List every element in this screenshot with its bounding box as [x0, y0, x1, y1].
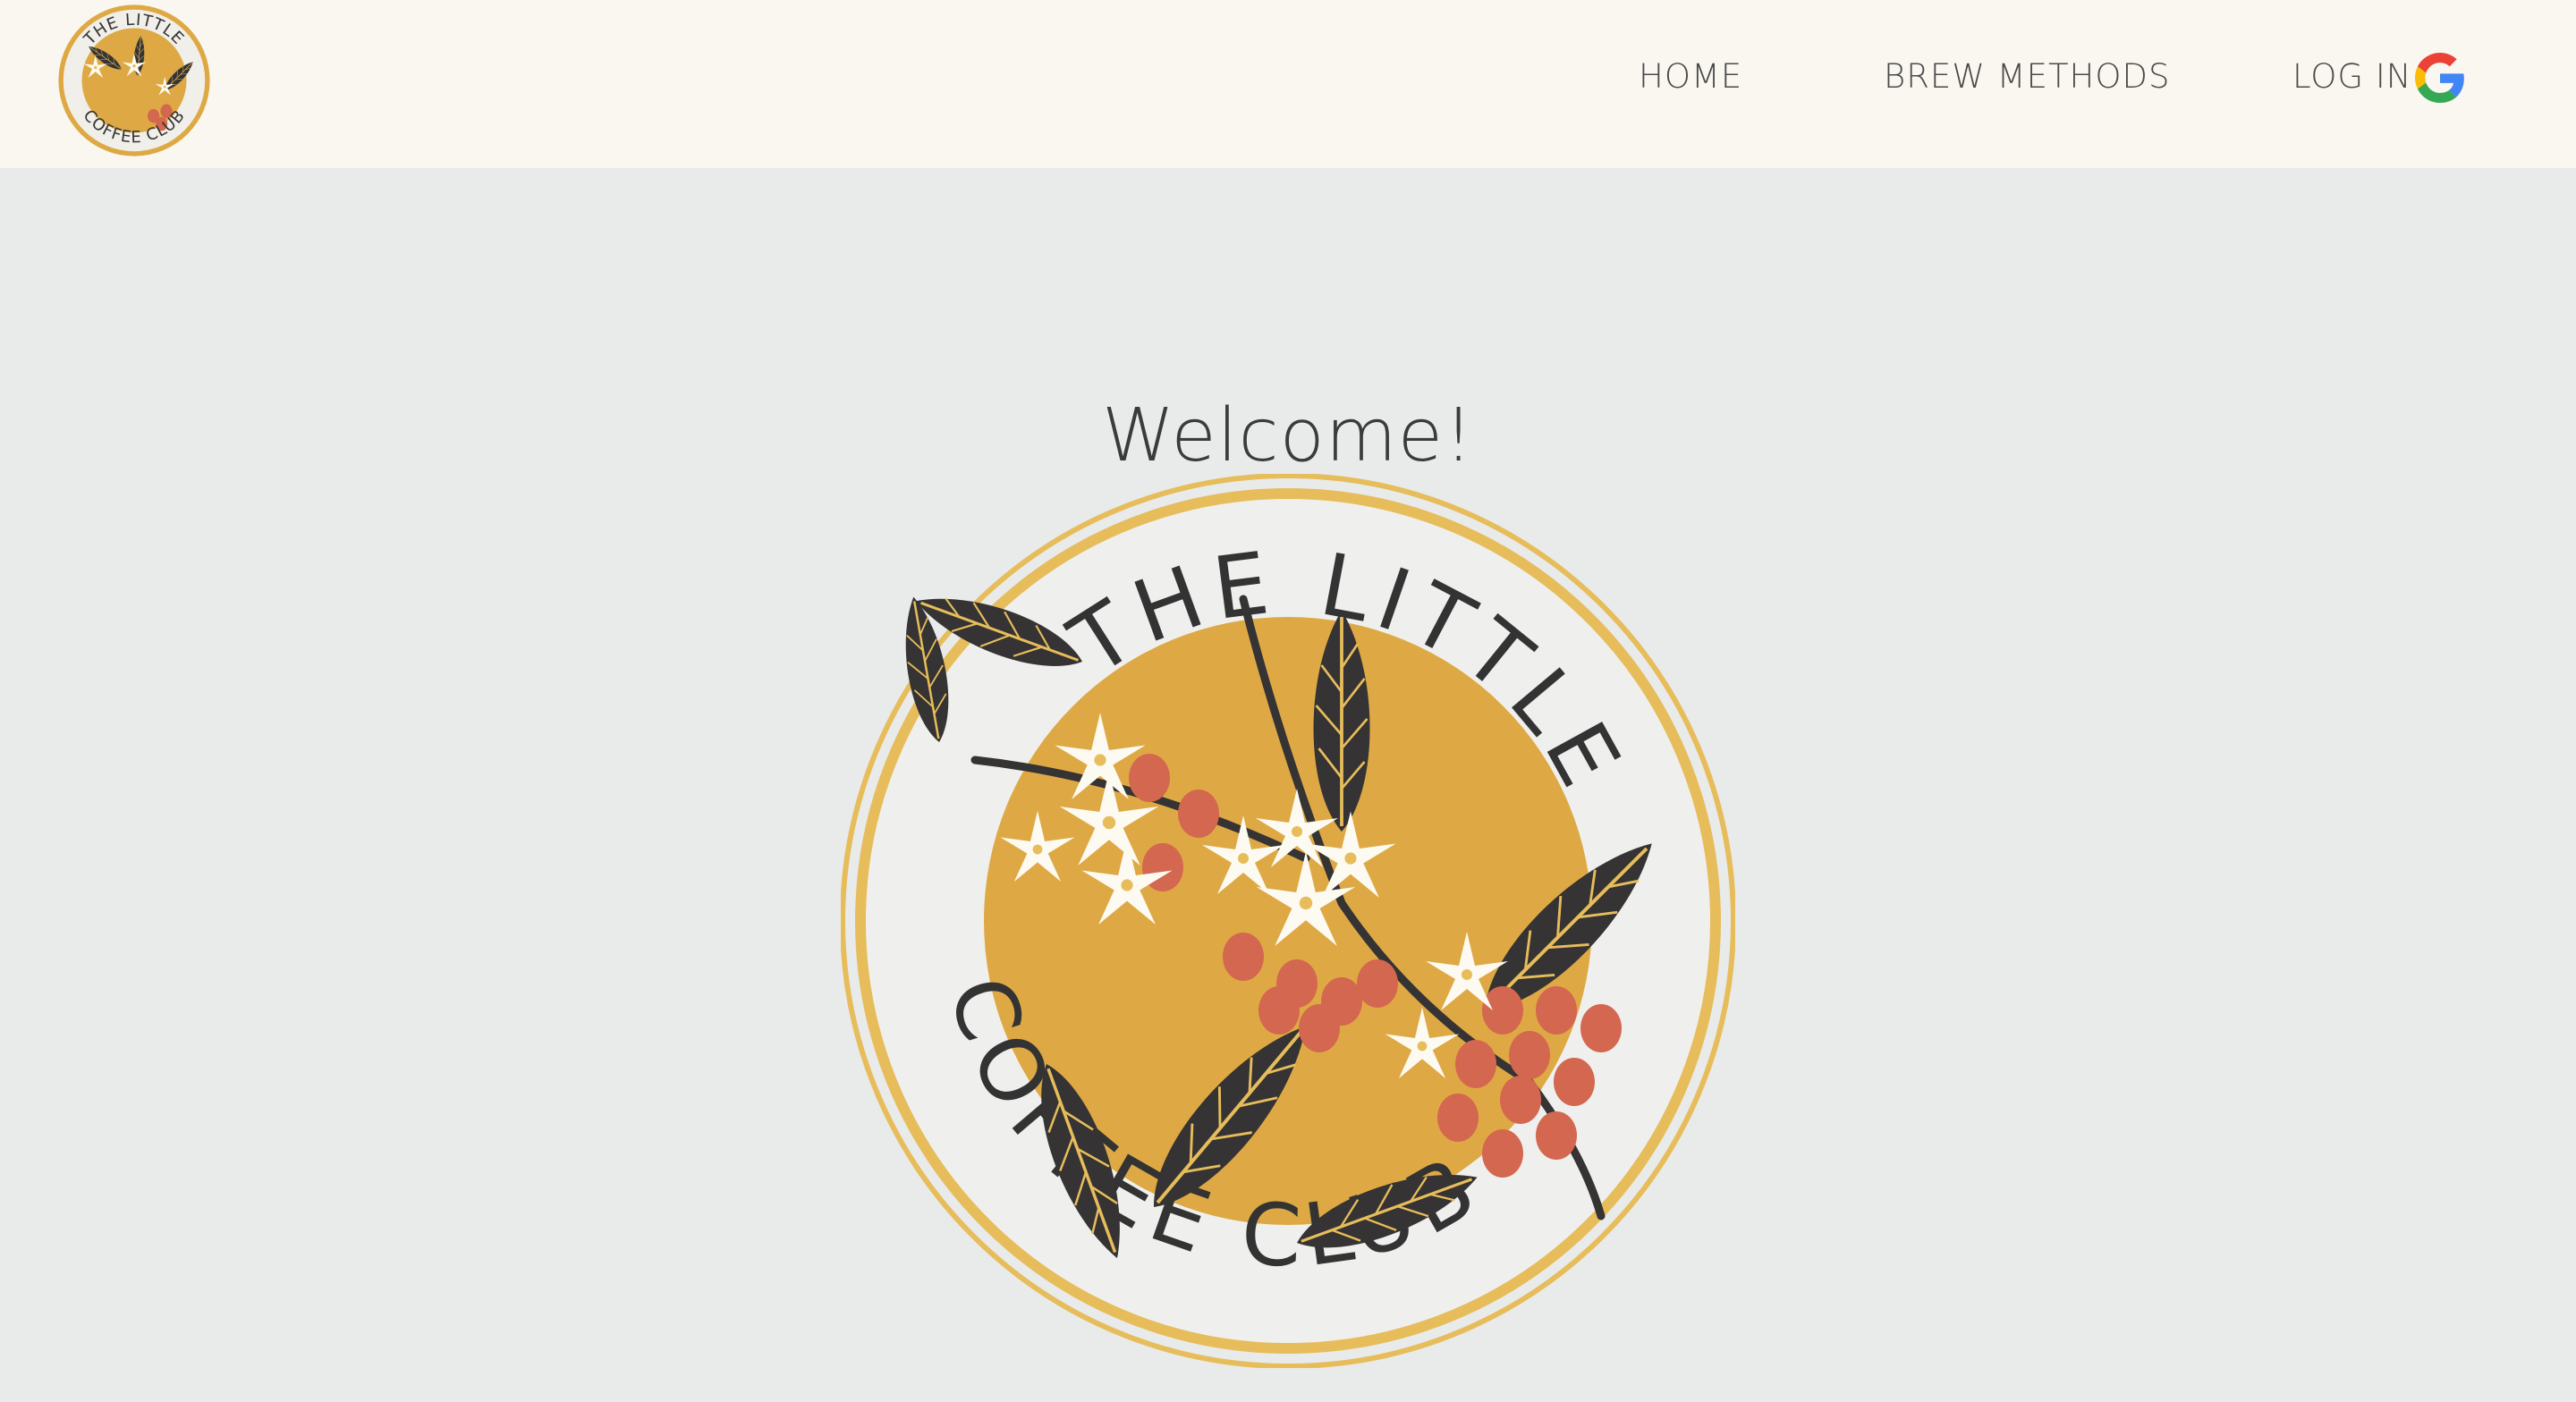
hero-logo: THE LITTLE COFFEE CLUB: [841, 474, 1735, 1368]
welcome-heading: Welcome!: [1102, 393, 1474, 478]
navbar: THE LITTLE COFFEE CLUB HOME BREW METHODS…: [0, 0, 2576, 168]
nav-home-link[interactable]: HOME: [1639, 52, 1742, 102]
nav-logo[interactable]: THE LITTLE COFFEE CLUB: [54, 0, 215, 161]
nav-login-link[interactable]: LOG IN: [2292, 52, 2411, 102]
google-icon[interactable]: [2415, 52, 2465, 104]
nav-brew-methods-link[interactable]: BREW METHODS: [1884, 52, 2170, 102]
